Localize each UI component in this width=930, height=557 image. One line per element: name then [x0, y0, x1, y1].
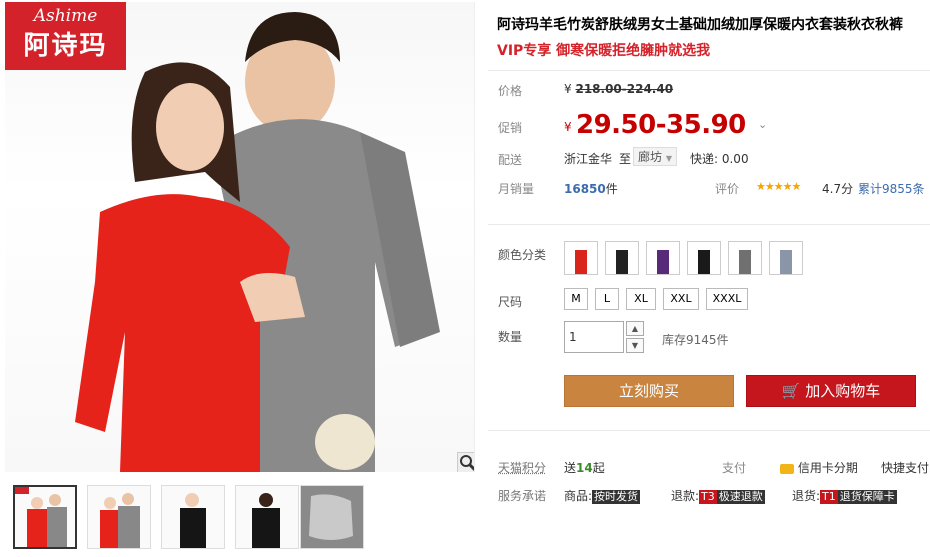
payment-label: 支付 — [722, 459, 746, 476]
quantity-input[interactable]: 1 — [564, 321, 624, 353]
sales-unit: 件 — [606, 182, 618, 196]
stock-count: 库存9145件 — [662, 331, 729, 348]
main-product-image[interactable]: Ashime 阿诗玛 — [5, 2, 475, 472]
cart-icon: 🛒 — [782, 382, 801, 400]
quantity-decrease-button[interactable]: ▼ — [626, 338, 644, 353]
swatch-black-men[interactable] — [605, 241, 639, 275]
original-price-value: 218.00-224.40 — [575, 82, 673, 96]
service-goods[interactable]: 商品: 按时发货 — [564, 487, 640, 504]
brand-logo-text: 阿诗玛 — [5, 28, 126, 64]
promo-currency: ¥ — [564, 120, 572, 134]
destination-select[interactable]: 廊坊 ▼ — [633, 147, 677, 166]
shipping-fee: 快递: 0.00 — [690, 150, 749, 167]
size-label: 尺码 — [498, 293, 522, 310]
models-photo — [5, 2, 475, 472]
size-option-xxxl[interactable]: XXXL — [706, 288, 748, 310]
size-option-l[interactable]: L — [595, 288, 619, 310]
size-option-xxl[interactable]: XXL — [663, 288, 699, 310]
add-to-cart-label: 加入购物车 — [805, 382, 880, 400]
product-info: 阿诗玛羊毛竹炭舒肤绒男女士基础加绒加厚保暖内衣套装秋衣秋裤 VIP专享 御寒保暖… — [488, 0, 930, 557]
destination-value: 廊坊 — [638, 150, 662, 164]
price-label: 价格 — [498, 82, 522, 99]
service-refund-code: T3 — [699, 490, 717, 504]
points-prefix: 送 — [564, 461, 576, 475]
service-refund[interactable]: 退款: T3 极速退款 — [671, 487, 765, 504]
caret-down-icon: ▼ — [666, 154, 672, 163]
swatch-red[interactable] — [564, 241, 598, 275]
thumbnail-strip — [10, 485, 480, 549]
divider — [488, 430, 930, 431]
thumbnail-2[interactable] — [87, 485, 151, 549]
product-subtitle: VIP专享 御寒保暖拒绝臃肿就选我 — [497, 40, 710, 60]
chevron-down-icon[interactable]: ⌄ — [758, 118, 767, 131]
credit-card-icon — [780, 464, 794, 474]
rating-stars: ★★★★★ — [756, 180, 800, 193]
quantity-increase-button[interactable]: ▲ — [626, 321, 644, 336]
brand-logo-script: Ashime — [5, 2, 126, 28]
points-amount: 14 — [576, 461, 593, 475]
swatch-blue-gray[interactable] — [769, 241, 803, 275]
swatch-black-women[interactable] — [687, 241, 721, 275]
original-price: ¥ 218.00-224.40 — [564, 82, 673, 96]
divider — [488, 224, 930, 225]
shipping-from: 浙江金华 — [564, 150, 612, 167]
service-goods-label: 商品: — [564, 489, 592, 503]
service-return[interactable]: 退货: T1 退货保障卡 — [792, 487, 897, 504]
monthly-sales: 16850件 — [564, 180, 618, 197]
points-label[interactable]: 天猫积分 — [498, 459, 546, 476]
thumbnail-4[interactable] — [235, 485, 299, 549]
product-page: Ashime 阿诗玛 阿诗玛羊毛竹炭舒肤绒男女士基础加绒加厚保暖内衣套装秋衣秋裤… — [0, 0, 930, 557]
rating-label: 评价 — [715, 180, 739, 197]
credit-installment-label: 信用卡分期 — [798, 461, 858, 475]
service-refund-label: 退款: — [671, 489, 699, 503]
product-title: 阿诗玛羊毛竹炭舒肤绒男女士基础加绒加厚保暖内衣套装秋衣秋裤 — [497, 14, 930, 34]
review-count-link[interactable]: 累计9855条 — [858, 180, 925, 197]
quantity-label: 数量 — [498, 328, 522, 345]
thumbnail-5[interactable] — [300, 485, 364, 549]
service-return-label: 退货: — [792, 489, 820, 503]
quick-pay: 快捷支付 — [881, 459, 929, 476]
original-currency: ¥ — [564, 82, 572, 96]
credit-installment[interactable]: 信用卡分期 — [780, 459, 858, 476]
promo-price: 29.50-35.90 — [576, 110, 746, 140]
service-label: 服务承诺 — [498, 487, 546, 504]
service-goods-tag: 按时发货 — [592, 490, 640, 504]
thumbnail-3[interactable] — [161, 485, 225, 549]
divider — [488, 70, 930, 71]
service-refund-tag: 极速退款 — [717, 490, 765, 504]
rating-score: 4.7分 — [822, 180, 853, 197]
size-option-xl[interactable]: XL — [626, 288, 656, 310]
color-label: 颜色分类 — [498, 246, 546, 263]
promo-label: 促销 — [498, 119, 522, 136]
service-return-tag: 退货保障卡 — [838, 490, 897, 504]
zoom-icon[interactable] — [457, 452, 475, 472]
thumbnail-1[interactable] — [13, 485, 77, 549]
buy-now-button[interactable]: 立刻购买 — [564, 375, 734, 407]
swatch-gray[interactable] — [728, 241, 762, 275]
size-option-m[interactable]: M — [564, 288, 588, 310]
product-gallery: Ashime 阿诗玛 — [0, 0, 480, 557]
add-to-cart-button[interactable]: 🛒 加入购物车 — [746, 375, 916, 407]
shipping-to-label: 至 — [619, 150, 631, 167]
sales-count: 16850 — [564, 182, 606, 196]
points-suffix: 起 — [593, 461, 605, 475]
points-value: 送14起 — [564, 459, 605, 476]
swatch-purple[interactable] — [646, 241, 680, 275]
shipping-label: 配送 — [498, 151, 522, 168]
sales-label: 月销量 — [498, 180, 534, 197]
service-return-code: T1 — [820, 490, 838, 504]
brand-logo: Ashime 阿诗玛 — [5, 2, 126, 70]
